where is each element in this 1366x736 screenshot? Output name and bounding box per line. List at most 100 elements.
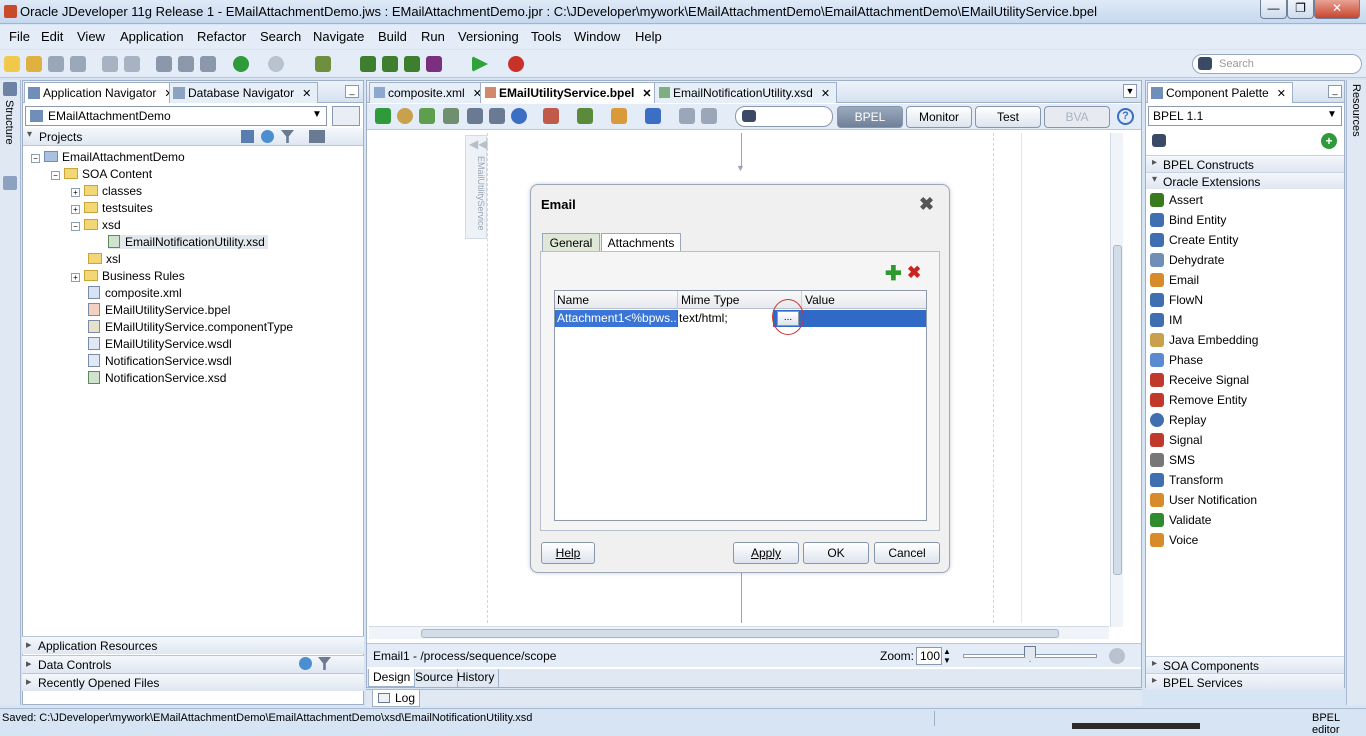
tab-composite-xml[interactable]: composite.xml ✕ <box>369 82 489 103</box>
binoculars-icon[interactable] <box>1152 134 1166 147</box>
menu-window[interactable]: Window <box>574 29 620 44</box>
redo-icon[interactable] <box>124 56 140 72</box>
minimize-panel-button[interactable]: _ <box>1328 85 1342 98</box>
ok-button[interactable]: OK <box>803 542 869 564</box>
application-select[interactable]: EMailAttachmentDemo ▼ <box>25 106 327 126</box>
tab-database-navigator[interactable]: Database Navigator ✕ <box>169 82 319 103</box>
variables-icon[interactable] <box>419 108 435 124</box>
debug-icon[interactable] <box>508 56 524 72</box>
menu-help[interactable]: Help <box>635 29 662 44</box>
apply-button[interactable]: Apply <box>733 542 799 564</box>
flow-icon[interactable] <box>577 108 593 124</box>
tree-item-notificationservice-wsdl[interactable]: NotificationService.wsdl <box>88 354 232 368</box>
palette-item-java-embedding[interactable]: Java Embedding <box>1150 333 1258 347</box>
cut-icon[interactable] <box>156 56 172 72</box>
menu-view[interactable]: View <box>77 29 105 44</box>
add-icon[interactable]: ✚ <box>885 264 902 284</box>
menu-search[interactable]: Search <box>260 29 301 44</box>
validate-icon[interactable] <box>375 108 391 124</box>
scrollbar-thumb[interactable] <box>1113 245 1122 575</box>
close-icon[interactable]: ✕ <box>821 88 830 100</box>
menu-application[interactable]: Application <box>120 29 184 44</box>
close-icon[interactable]: ✕ <box>302 88 311 100</box>
cancel-button[interactable]: Cancel <box>874 542 940 564</box>
tree-item-business-rules[interactable]: + Business Rules <box>71 269 185 283</box>
tab-emailnotificationutility-xsd[interactable]: EmailNotificationUtility.xsd ✕ <box>654 82 838 103</box>
palette-item-email[interactable]: Email <box>1150 273 1199 287</box>
tab-component-palette[interactable]: Component Palette ✕ <box>1147 82 1293 103</box>
hand-icon[interactable] <box>611 108 627 124</box>
tree-item-classes[interactable]: + classes <box>71 184 142 198</box>
palette-item-transform[interactable]: Transform <box>1150 473 1223 487</box>
projects-header[interactable]: ▾ Projects <box>23 128 363 146</box>
menu-refactor[interactable]: Refactor <box>197 29 246 44</box>
partner-links-icon[interactable] <box>443 108 459 124</box>
filter-icon[interactable] <box>281 130 294 143</box>
application-menu-button[interactable] <box>332 106 360 126</box>
close-button[interactable]: ✕ <box>1314 0 1360 19</box>
expand-toggle[interactable]: − <box>51 171 60 180</box>
tree-item-emailutilityservice-wsdl[interactable]: EMailUtilityService.wsdl <box>88 337 232 351</box>
tree-item-soa-content[interactable]: − SOA Content <box>51 167 152 181</box>
menu-build[interactable]: Build <box>378 29 407 44</box>
properties-icon[interactable] <box>489 108 505 124</box>
tree-item-composite-xml[interactable]: composite.xml <box>88 286 182 300</box>
column-header-value[interactable]: Value <box>801 291 838 309</box>
maximize-button[interactable]: ❐ <box>1287 0 1314 19</box>
build-all-icon[interactable] <box>404 56 420 72</box>
column-header-mime-type[interactable]: Mime Type <box>677 291 742 309</box>
tree-item-xsl[interactable]: xsl <box>88 252 121 266</box>
info-icon[interactable] <box>511 108 527 124</box>
mode-monitor-button[interactable]: Monitor <box>906 106 972 128</box>
search-input[interactable]: Search <box>1192 54 1362 74</box>
palette-item-phase[interactable]: Phase <box>1150 353 1203 367</box>
palette-item-dehydrate[interactable]: Dehydrate <box>1150 253 1224 267</box>
tab-source[interactable]: Source <box>411 669 459 687</box>
make-icon[interactable] <box>360 56 376 72</box>
palette-item-assert[interactable]: Assert <box>1150 193 1203 207</box>
refresh-icon[interactable] <box>645 108 661 124</box>
run-icon[interactable] <box>472 56 488 72</box>
save-icon[interactable] <box>48 56 64 72</box>
sync-icon[interactable] <box>261 130 274 143</box>
palette-item-remove-entity[interactable]: Remove Entity <box>1150 393 1247 407</box>
tab-history[interactable]: History <box>453 669 500 687</box>
expand-toggle[interactable]: + <box>71 188 80 197</box>
tab-design[interactable]: Design <box>368 669 416 687</box>
tree-item-testsuites[interactable]: + testsuites <box>71 201 153 215</box>
tree-item-componenttype[interactable]: EMailUtilityService.componentType <box>88 320 293 334</box>
settings-icon[interactable] <box>397 108 413 124</box>
palette-item-user-notification[interactable]: User Notification <box>1150 493 1257 507</box>
structure-icon[interactable] <box>3 82 17 96</box>
delete-icon[interactable]: ✖ <box>907 264 921 281</box>
structure-tab[interactable]: Structure <box>3 100 15 145</box>
cell-mime-type[interactable]: text/html; <box>678 310 773 327</box>
tree-item-project[interactable]: − EmailAttachmentDemo <box>31 150 185 164</box>
help-button[interactable]: Help <box>541 542 595 564</box>
expand-toggle[interactable]: − <box>71 222 80 231</box>
zoom-input[interactable]: 100 <box>916 647 942 665</box>
tree-item-notificationservice-xsd[interactable]: NotificationService.xsd <box>88 371 226 385</box>
section-recently-opened-files[interactable]: Recently Opened Files <box>22 673 364 691</box>
zoom-fit-icon[interactable] <box>1109 648 1125 664</box>
palette-item-bind-entity[interactable]: Bind Entity <box>1150 213 1226 227</box>
rebuild-icon[interactable] <box>382 56 398 72</box>
collapse-icon[interactable]: ◀◀ <box>469 137 487 151</box>
minimize-panel-button[interactable]: _ <box>345 85 359 98</box>
palette-item-im[interactable]: IM <box>1150 313 1182 327</box>
horizontal-scrollbar[interactable] <box>369 626 1109 639</box>
palette-item-validate[interactable]: Validate <box>1150 513 1211 527</box>
tab-emailutilityservice-bpel[interactable]: EMailUtilityService.bpel ✕ <box>480 82 659 103</box>
cell-name[interactable]: Attachment1<%bpws... <box>556 310 677 327</box>
undo-icon[interactable] <box>102 56 118 72</box>
scrollbar-thumb[interactable] <box>421 629 1059 638</box>
tree-item-emailutilityservice-bpel[interactable]: EMailUtilityService.bpel <box>88 303 230 317</box>
working-set-icon[interactable] <box>309 130 325 143</box>
paste-icon[interactable] <box>200 56 216 72</box>
palette-item-create-entity[interactable]: Create Entity <box>1150 233 1238 247</box>
mode-test-button[interactable]: Test <box>975 106 1041 128</box>
section-application-resources[interactable]: Application Resources <box>22 636 364 654</box>
search-icon[interactable] <box>241 130 254 143</box>
expand-toggle[interactable]: + <box>71 205 80 214</box>
palette-item-voice[interactable]: Voice <box>1150 533 1198 547</box>
